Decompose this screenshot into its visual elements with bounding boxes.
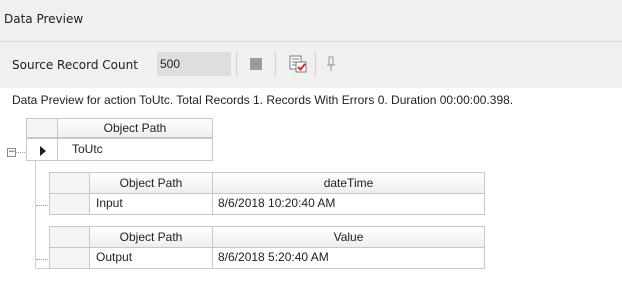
outer-header-corner [26,118,58,138]
toolbar-separator [236,52,237,76]
panel-title-bar: Data Preview [0,0,622,42]
tree-connector [16,152,25,153]
pin-button[interactable] [323,53,339,75]
stop-button[interactable] [244,53,268,75]
input-column-header-object-path[interactable]: Object Path [89,172,213,194]
tree-connector [36,259,48,260]
tree-connector [36,205,48,206]
output-column-header-object-path[interactable]: Object Path [89,226,213,248]
output-row-selector[interactable] [49,247,90,269]
outer-column-header[interactable]: Object Path [57,118,213,138]
panel-title: Data Preview [4,12,84,26]
toolbar: Source Record Count 500 [0,42,622,88]
current-row-arrow-icon [40,146,46,156]
preview-checklist-icon [289,55,307,73]
stop-icon [250,58,262,70]
toolbar-separator [275,52,276,76]
outer-row-cell[interactable]: ToUtc [57,138,213,161]
toolbar-separator [315,52,316,76]
source-record-count-label: Source Record Count [12,58,138,72]
input-row-selector[interactable] [49,193,90,215]
input-header-corner [49,172,90,194]
output-header-corner [49,226,90,248]
output-column-header-value[interactable]: Value [212,226,485,248]
input-row-datetime[interactable]: 8/6/2018 10:20:40 AM [212,193,485,215]
collapse-icon[interactable]: − [7,148,16,157]
source-record-count-input[interactable]: 500 [157,52,231,76]
output-row-value[interactable]: 8/6/2018 5:20:40 AM [212,247,485,269]
pin-icon [327,56,335,71]
data-preview-status: Data Preview for action ToUtc. Total Rec… [12,93,514,107]
tree-vertical-line [35,161,36,269]
preview-button[interactable] [286,53,310,75]
input-column-header-datetime[interactable]: dateTime [212,172,485,194]
output-row-object-path[interactable]: Output [89,247,213,269]
input-row-object-path[interactable]: Input [89,193,213,215]
